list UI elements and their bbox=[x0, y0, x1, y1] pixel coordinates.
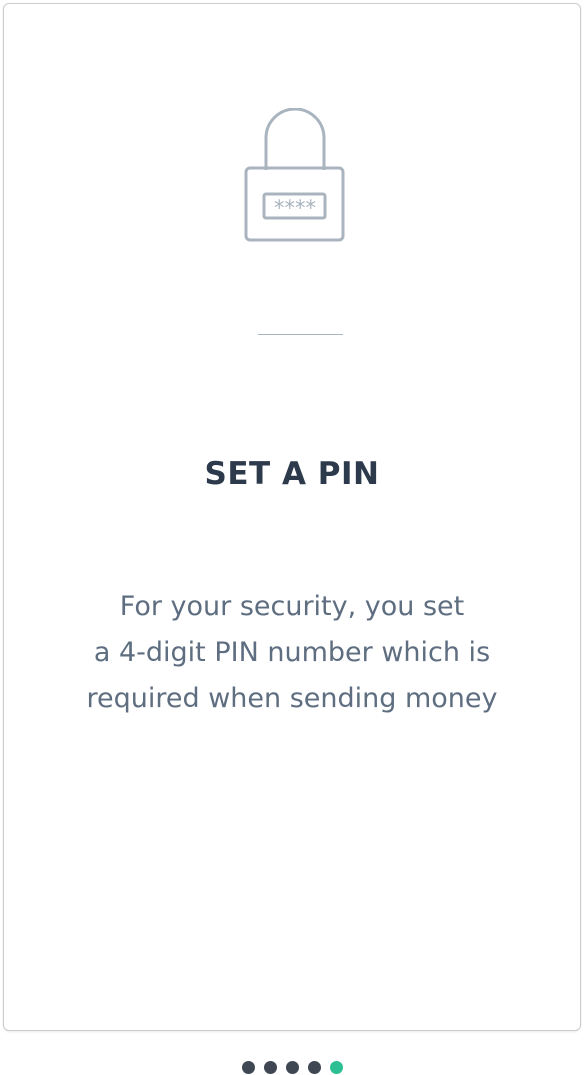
divider bbox=[258, 334, 343, 335]
page-dot-3[interactable] bbox=[285, 1061, 299, 1074]
page-dot-5-active[interactable] bbox=[329, 1061, 343, 1074]
description-line: required when sending money bbox=[86, 683, 498, 714]
description-line: a 4-digit PIN number which is bbox=[93, 637, 491, 668]
description-line: For your security, you set bbox=[119, 591, 465, 622]
onboarding-card: **** bbox=[3, 3, 581, 1031]
pin-mask: **** bbox=[274, 196, 316, 220]
page-title: SET A PIN bbox=[204, 456, 380, 492]
page-dot-4[interactable] bbox=[307, 1061, 321, 1074]
page-indicator bbox=[0, 1061, 584, 1074]
lock-with-pin-icon: **** bbox=[244, 108, 345, 242]
description: For your security, you set a 4-digit PIN… bbox=[40, 584, 544, 722]
page-dot-1[interactable] bbox=[241, 1061, 255, 1074]
page-dot-2[interactable] bbox=[263, 1061, 277, 1074]
